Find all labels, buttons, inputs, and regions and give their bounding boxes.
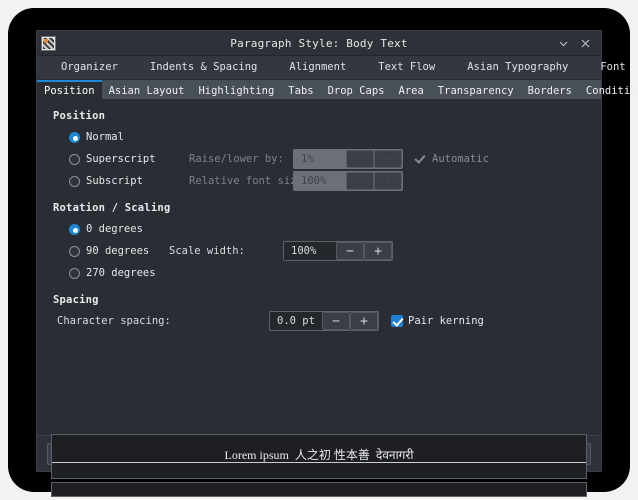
- window-title: Paragraph Style: Body Text: [230, 36, 408, 50]
- relative-font-size-label: Relative font size:: [189, 175, 310, 187]
- spin-plus-icon: +: [374, 172, 402, 190]
- radio-superscript-label: Superscript: [86, 153, 156, 165]
- spin-plus-icon: +: [374, 150, 402, 168]
- position-panel: Position Normal Superscript Raise/lower …: [37, 100, 601, 497]
- preview-area: Lorem ipsum 人之初 性本善 देवनागरी: [51, 434, 587, 497]
- screen: Paragraph Style: Body Text Organizer Ind…: [0, 0, 638, 500]
- radio-subscript-label: Subscript: [86, 175, 143, 187]
- tab-bar-primary: Organizer Indents & Spacing Alignment Te…: [37, 56, 626, 80]
- preview-box: Lorem ipsum 人之初 性本善 देवनागरी: [51, 434, 587, 479]
- rotation-group-label: Rotation / Scaling: [53, 202, 171, 214]
- preview-devanagari: देवनागरी: [375, 448, 414, 462]
- relative-font-size-value: 100%: [301, 175, 327, 187]
- document-icon: [41, 35, 56, 51]
- automatic-label: Automatic: [432, 153, 489, 165]
- radio-subscript[interactable]: Subscript: [69, 175, 189, 187]
- position-group-label: Position: [53, 110, 106, 122]
- title-bar: Paragraph Style: Body Text: [37, 31, 601, 56]
- tab-alignment[interactable]: Alignment: [273, 56, 362, 79]
- preview-cjk: 人之初 性本善: [294, 448, 370, 462]
- character-spacing-value: 0.0 pt: [277, 315, 315, 327]
- tab-asian-layout[interactable]: Asian Layout: [102, 80, 192, 99]
- paragraph-style-dialog: Paragraph Style: Body Text Organizer Ind…: [36, 30, 638, 497]
- raise-lower-label: Raise/lower by:: [189, 153, 284, 165]
- raise-lower-value: 1%: [301, 153, 314, 165]
- radio-normal[interactable]: Normal: [69, 131, 189, 143]
- raise-lower-spinbox: 1% − +: [293, 149, 403, 169]
- radio-dot-icon: [69, 175, 80, 187]
- spin-minus-icon: −: [346, 150, 374, 168]
- radio-dot-icon: [69, 223, 80, 235]
- tab-position[interactable]: Position: [37, 80, 102, 99]
- radio-dot-icon: [69, 267, 80, 279]
- radio-normal-label: Normal: [86, 131, 124, 143]
- relative-font-size-spinbox: 100% − +: [293, 171, 403, 191]
- spin-plus-icon[interactable]: +: [364, 242, 392, 260]
- tab-condition[interactable]: Condition: [579, 80, 638, 99]
- preview-sample-text: Lorem ipsum 人之初 性本善 देवनागरी: [52, 435, 586, 462]
- tab-area[interactable]: Area: [392, 80, 431, 99]
- character-spacing-label: Character spacing:: [57, 315, 171, 327]
- tab-indents-spacing[interactable]: Indents & Spacing: [134, 56, 273, 79]
- checkmark-icon: [415, 153, 427, 165]
- spin-plus-icon[interactable]: +: [350, 312, 378, 330]
- radio-dot-icon: [69, 245, 80, 257]
- automatic-checkbox: Automatic: [415, 153, 489, 165]
- tab-borders[interactable]: Borders: [521, 80, 579, 99]
- pair-kerning-label: Pair kerning: [408, 315, 484, 327]
- tab-drop-caps[interactable]: Drop Caps: [321, 80, 392, 99]
- spin-minus-icon[interactable]: −: [322, 312, 350, 330]
- preview-latin: Lorem ipsum: [224, 448, 289, 462]
- radio-dot-icon: [69, 153, 80, 165]
- radio-270-degrees[interactable]: 270 degrees: [69, 267, 169, 279]
- preview-baseline: [52, 462, 586, 463]
- close-icon[interactable]: [579, 37, 592, 50]
- scale-width-label: Scale width:: [169, 245, 245, 257]
- scale-width-spinbox[interactable]: 100% − +: [283, 241, 393, 261]
- radio-0-degrees-label: 0 degrees: [86, 223, 143, 235]
- spacing-group-label: Spacing: [53, 294, 99, 306]
- scale-width-value: 100%: [291, 245, 317, 257]
- tab-bar-secondary: Position Asian Layout Highlighting Tabs …: [37, 80, 638, 100]
- preview-strip: [51, 482, 587, 497]
- radio-superscript[interactable]: Superscript: [69, 153, 189, 165]
- tab-tabs[interactable]: Tabs: [281, 80, 320, 99]
- tab-asian-typography[interactable]: Asian Typography: [451, 56, 584, 79]
- radio-90-degrees[interactable]: 90 degrees: [69, 245, 169, 257]
- radio-0-degrees[interactable]: 0 degrees: [69, 223, 169, 235]
- spin-minus-icon[interactable]: −: [336, 242, 364, 260]
- tab-highlighting[interactable]: Highlighting: [191, 80, 281, 99]
- tab-transparency[interactable]: Transparency: [431, 80, 521, 99]
- window-controls: [557, 37, 601, 50]
- radio-90-degrees-label: 90 degrees: [86, 245, 150, 257]
- tab-font[interactable]: Font: [584, 56, 638, 79]
- radio-dot-icon: [69, 131, 80, 143]
- chevron-down-icon[interactable]: [557, 37, 570, 50]
- character-spacing-spinbox[interactable]: 0.0 pt − +: [269, 311, 379, 331]
- tab-organizer[interactable]: Organizer: [45, 56, 134, 79]
- checkmark-icon: [391, 315, 403, 327]
- pair-kerning-checkbox[interactable]: Pair kerning: [391, 315, 484, 327]
- tab-text-flow[interactable]: Text Flow: [362, 56, 451, 79]
- spin-minus-icon: −: [346, 172, 374, 190]
- radio-270-degrees-label: 270 degrees: [86, 267, 156, 279]
